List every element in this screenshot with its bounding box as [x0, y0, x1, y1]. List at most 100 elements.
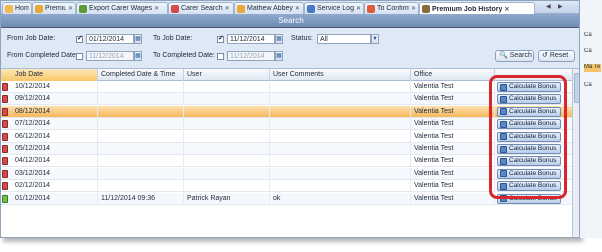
- table-cell-comments: [270, 155, 411, 168]
- from-completed-date-label: From Completed Date:: [7, 52, 78, 59]
- table-cell-comments: [270, 118, 411, 131]
- calendar-icon[interactable]: ▦: [134, 51, 142, 61]
- table-cell-user: [184, 93, 270, 106]
- search-panel-header[interactable]: Search: [1, 14, 579, 28]
- table-row[interactable]: 06/12/2014 Valentia Test Calculate Bonus: [1, 130, 572, 143]
- table-cell-user: [184, 130, 270, 143]
- tab-mathew-abbey[interactable]: Mathew Abbey ✕: [234, 2, 304, 14]
- tab-label: Home: [15, 5, 29, 12]
- tab-label: Premium Job History: [432, 5, 503, 13]
- application-window: Home Premium ✕ Export Carer Wages ✕ Care…: [0, 0, 580, 238]
- from-job-date-label: From Job Date:: [7, 35, 56, 42]
- table-cell-completed: [98, 167, 184, 180]
- status-select[interactable]: All: [317, 34, 371, 44]
- search-filters: From Job Date: 01/12/2014 ▦ To Job Date:…: [1, 28, 579, 69]
- close-icon[interactable]: ✕: [295, 5, 300, 12]
- reset-button[interactable]: ↺ Reset: [538, 50, 575, 62]
- table-cell-comments: [270, 93, 411, 106]
- close-icon[interactable]: ✕: [68, 5, 73, 12]
- scroll-tabs-right-icon[interactable]: ▶: [558, 3, 563, 10]
- table-cell-completed: [98, 155, 184, 168]
- grid-header: Job Date Completed Date & Time User User…: [1, 69, 572, 81]
- to-completed-date-label: To Completed Date:: [153, 52, 215, 59]
- table-row[interactable]: 05/12/2014 Valentia Test Calculate Bonus: [1, 143, 572, 155]
- table-cell-office: Valentia Test: [411, 155, 495, 168]
- close-icon[interactable]: ✕: [411, 5, 416, 12]
- table-row[interactable]: 10/12/2014 Valentia Test Calculate Bonus: [1, 81, 572, 93]
- table-cell-user: [184, 118, 270, 131]
- reset-button-label: Reset: [549, 52, 569, 59]
- table-cell-office: Valentia Test: [411, 180, 495, 193]
- table-row[interactable]: 07/12/2014 Valentia Test Calculate Bonus: [1, 118, 572, 131]
- table-cell-comments: [270, 143, 411, 155]
- from-job-date-checkbox[interactable]: [76, 34, 83, 43]
- column-header-user-comments[interactable]: User Comments: [270, 69, 411, 81]
- job-history-grid: Job Date Completed Date & Time User User…: [1, 69, 572, 237]
- table-cell-job-date: 04/12/2014: [1, 155, 98, 168]
- from-completed-date-input[interactable]: 11/12/2014: [86, 51, 134, 61]
- table-row[interactable]: 02/12/2014 Valentia Test Calculate Bonus: [1, 180, 572, 193]
- to-completed-date-checkbox[interactable]: [217, 53, 224, 60]
- column-header-user[interactable]: User: [184, 69, 270, 81]
- tab-home[interactable]: Home: [2, 2, 32, 14]
- close-icon[interactable]: ✕: [504, 6, 509, 13]
- table-cell-job-date: 08/12/2014: [1, 105, 98, 118]
- table-row[interactable]: 01/12/2014 11/12/2014 09:36 Patrick Rayan o…: [1, 192, 572, 205]
- tab-carer-search[interactable]: Carer Search ✕: [168, 2, 234, 14]
- table-cell-user: [184, 81, 270, 93]
- calendar-icon[interactable]: ▦: [275, 34, 283, 44]
- table-cell-job-date: 09/12/2014: [1, 93, 98, 106]
- table-cell-completed: [98, 105, 184, 118]
- table-cell-comments: [270, 105, 411, 118]
- column-header-completed[interactable]: Completed Date & Time: [98, 69, 184, 81]
- search-button[interactable]: 🔍 Search: [495, 50, 534, 62]
- status-label: Status:: [291, 35, 313, 42]
- table-cell-job-date: 01/12/2014: [1, 192, 98, 205]
- close-icon[interactable]: ✕: [225, 5, 230, 12]
- from-job-date-input[interactable]: 01/12/2014: [86, 34, 134, 44]
- to-completed-date-input[interactable]: 11/12/2014: [227, 51, 275, 61]
- table-cell-office: Valentia Test: [411, 118, 495, 131]
- table-cell-completed: [98, 93, 184, 106]
- close-icon[interactable]: ✕: [356, 5, 361, 12]
- close-icon[interactable]: ✕: [154, 5, 159, 12]
- column-header-job-date[interactable]: Job Date: [1, 69, 98, 81]
- tab-premium[interactable]: Premium ✕: [32, 2, 76, 14]
- chevron-down-icon[interactable]: ▼: [371, 34, 379, 44]
- from-completed-date-checkbox[interactable]: [76, 53, 83, 60]
- table-cell-comments: [270, 130, 411, 143]
- tab-label: To Confirm: [377, 5, 409, 12]
- table-row[interactable]: 08/12/2014 Valentia Test Calculate Bonus: [1, 105, 572, 118]
- search-button-label: Search: [509, 52, 532, 59]
- calculate-bonus-highlight: [489, 75, 567, 199]
- table-cell-completed: 11/12/2014 09:36: [98, 192, 184, 205]
- tab-label: Service Log: [317, 5, 354, 12]
- table-cell-user: [184, 155, 270, 168]
- column-header-office[interactable]: Office: [411, 69, 495, 81]
- table-row[interactable]: 09/12/2014 Valentia Test Calculate Bonus: [1, 93, 572, 106]
- to-job-date-checkbox[interactable]: [217, 34, 224, 43]
- tab-service-log[interactable]: Service Log ✕: [304, 2, 364, 14]
- home-icon: [5, 4, 13, 13]
- column-header-label: Job Date: [15, 71, 44, 78]
- tab-export-carer-wages[interactable]: Export Carer Wages ✕: [76, 2, 168, 14]
- vertical-scrollbar[interactable]: [572, 69, 579, 237]
- table-cell-comments: [270, 180, 411, 193]
- table-cell-user: [184, 143, 270, 155]
- table-cell-completed: [98, 143, 184, 155]
- table-row[interactable]: 03/12/2014 Valentia Test Calculate Bonus: [1, 167, 572, 180]
- table-row[interactable]: 04/12/2014 Valentia Test Calculate Bonus: [1, 155, 572, 168]
- calendar-icon[interactable]: ▦: [134, 34, 142, 44]
- document-icon: [307, 4, 315, 13]
- background-window-strip: Ca Ca Ma Te Ca: [580, 0, 602, 238]
- folder-icon: [35, 4, 43, 13]
- table-cell-user: [184, 167, 270, 180]
- table-cell-completed: [98, 81, 184, 93]
- to-job-date-input[interactable]: 11/12/2014: [227, 34, 275, 44]
- calendar-icon[interactable]: ▦: [275, 51, 283, 61]
- table-cell-office: Valentia Test: [411, 130, 495, 143]
- table-cell-job-date: 02/12/2014: [1, 180, 98, 193]
- scroll-tabs-left-icon[interactable]: ◀: [546, 3, 551, 10]
- tab-to-confirm[interactable]: To Confirm ✕: [364, 2, 419, 14]
- table-cell-completed: [98, 118, 184, 131]
